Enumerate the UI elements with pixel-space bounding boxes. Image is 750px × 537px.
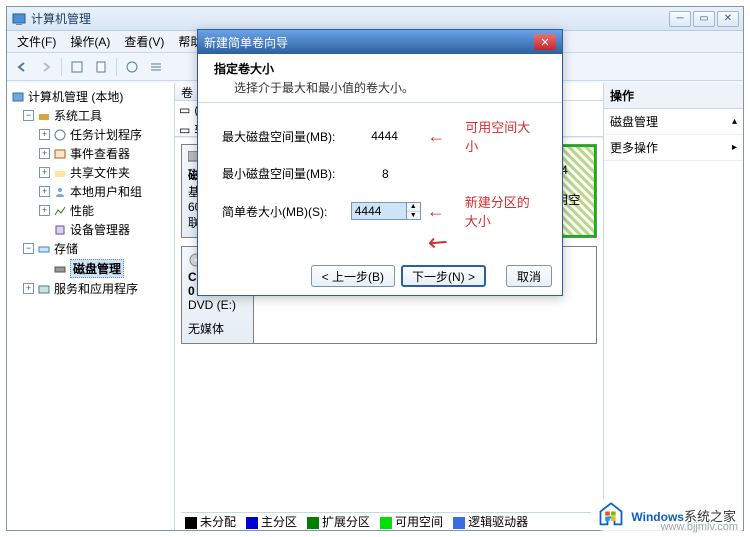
actions-pane: 操作 磁盘管理▴ 更多操作▸ — [603, 83, 743, 530]
wizard-back-button[interactable]: < 上一步(B) — [311, 265, 395, 287]
tree-shared-folders[interactable]: +共享文件夹 — [37, 163, 172, 182]
properties-icon[interactable] — [68, 58, 86, 76]
min-space-value: 8 — [382, 167, 442, 181]
arrow-annotation-icon: ← — [427, 201, 445, 222]
expand-icon[interactable]: + — [39, 167, 50, 178]
arrow-annotation-icon: ← — [427, 126, 445, 147]
tree-storage[interactable]: −存储 — [21, 239, 172, 258]
expand-icon[interactable]: + — [39, 129, 50, 140]
tree-event-viewer[interactable]: +事件查看器 — [37, 144, 172, 163]
tree-device-manager[interactable]: 设备管理器 — [37, 220, 172, 239]
list-icon[interactable] — [147, 58, 165, 76]
expand-icon[interactable]: + — [39, 148, 50, 159]
wizard-dialog: 新建简单卷向导 ✕ 指定卷大小 选择介于最大和最小值的卷大小。 最大磁盘空间量(… — [197, 29, 563, 296]
tree-disk-management[interactable]: 磁盘管理 — [37, 258, 172, 279]
expand-icon[interactable]: + — [39, 205, 50, 216]
chevron-right-icon: ▸ — [732, 142, 737, 153]
tree-root[interactable]: 计算机管理 (本地) — [9, 87, 172, 106]
back-icon[interactable] — [13, 58, 31, 76]
volume-size-input[interactable] — [351, 202, 407, 220]
wizard-close-button[interactable]: ✕ — [534, 34, 556, 50]
menu-file[interactable]: 文件(F) — [11, 31, 62, 52]
wizard-cancel-button[interactable]: 取消 — [506, 265, 552, 287]
watermark-url: www.bjjmlv.com — [661, 521, 738, 533]
tree-performance[interactable]: +性能 — [37, 201, 172, 220]
actions-more[interactable]: 更多操作▸ — [604, 135, 743, 161]
volume-size-spinner[interactable]: ▲▼ — [351, 202, 421, 220]
app-icon — [11, 11, 27, 27]
drive-icon: ▭ — [179, 103, 190, 117]
menu-view[interactable]: 查看(V) — [118, 31, 170, 52]
legend-extended-icon — [307, 517, 319, 529]
actions-header: 操作 — [604, 83, 743, 109]
min-space-label: 最小磁盘空间量(MB): — [222, 165, 382, 182]
main-titlebar: 计算机管理 ─ ▭ ✕ — [7, 7, 743, 31]
close-button[interactable]: ✕ — [717, 11, 739, 27]
windows-logo-icon — [597, 501, 625, 529]
max-space-label: 最大磁盘空间量(MB): — [222, 128, 371, 145]
legend-primary-icon — [246, 517, 258, 529]
volume-size-label: 简单卷大小(MB)(S): — [222, 203, 351, 220]
wizard-header: 指定卷大小 选择介于最大和最小值的卷大小。 — [198, 54, 562, 103]
legend-logical-icon — [453, 517, 465, 529]
legend-free-icon — [380, 517, 392, 529]
tree-system-tools[interactable]: −系统工具 — [21, 106, 172, 125]
tree-task-scheduler[interactable]: +任务计划程序 — [37, 125, 172, 144]
nav-tree: 计算机管理 (本地) −系统工具 +任务计划程序 +事件查看器 +共享文件夹 +… — [7, 83, 175, 530]
maximize-button[interactable]: ▭ — [693, 11, 715, 27]
tree-services-apps[interactable]: +服务和应用程序 — [21, 279, 172, 298]
collapse-icon[interactable]: − — [23, 110, 34, 121]
spin-down-icon[interactable]: ▼ — [407, 212, 420, 220]
tree-local-users[interactable]: +本地用户和组 — [37, 182, 172, 201]
forward-icon[interactable] — [37, 58, 55, 76]
help-icon[interactable] — [123, 58, 141, 76]
max-space-value: 4444 — [371, 129, 427, 143]
main-title: 计算机管理 — [31, 10, 669, 27]
collapse-icon[interactable]: − — [23, 243, 34, 254]
annotation-newsize: 新建分区的大小 — [465, 192, 538, 230]
expand-icon[interactable]: + — [23, 283, 34, 294]
drive-icon: ▭ — [179, 123, 190, 137]
expand-icon[interactable]: + — [39, 186, 50, 197]
actions-section[interactable]: 磁盘管理▴ — [604, 109, 743, 135]
menu-action[interactable]: 操作(A) — [64, 31, 116, 52]
spin-up-icon[interactable]: ▲ — [407, 203, 420, 212]
refresh-icon[interactable] — [92, 58, 110, 76]
legend: 未分配 主分区 扩展分区 可用空间 逻辑驱动器 — [181, 512, 597, 530]
wizard-next-button[interactable]: 下一步(N) > — [401, 265, 486, 287]
minimize-button[interactable]: ─ — [669, 11, 691, 27]
legend-unalloc-icon — [185, 517, 197, 529]
annotation-available: 可用空间大小 — [465, 117, 538, 155]
wizard-titlebar[interactable]: 新建简单卷向导 ✕ — [198, 30, 562, 54]
chevron-up-icon: ▴ — [732, 116, 737, 127]
